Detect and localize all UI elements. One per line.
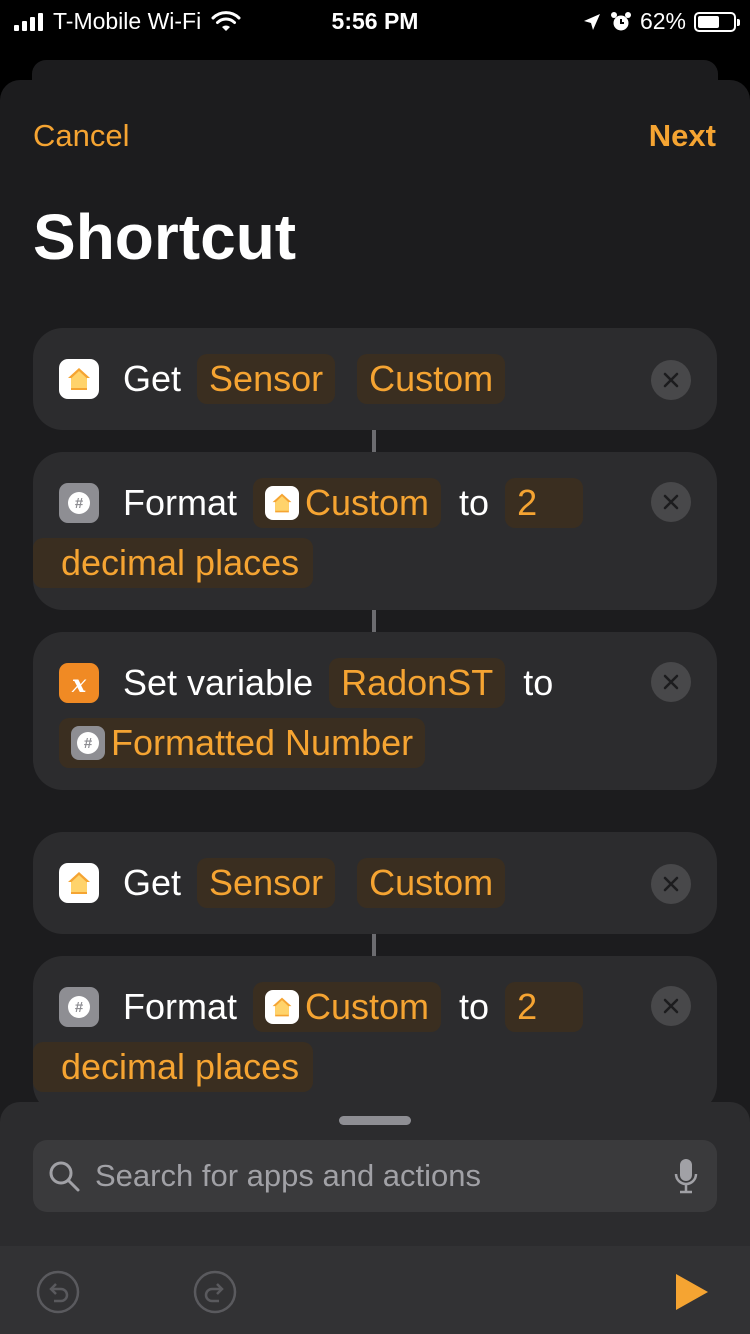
next-button[interactable]: Next [649,118,716,154]
decimal-places-unit-token[interactable]: decimal places [33,538,314,588]
status-bar: T-Mobile Wi-Fi 5:56 PM 62% [0,0,750,40]
action-line: # Format Custom to 2 [59,478,584,528]
number-icon: # [59,483,99,523]
action-verb: Get [123,862,182,903]
variable-value-token[interactable]: # Formatted Number [59,718,426,768]
action-connector [372,934,376,956]
home-icon [59,863,99,903]
input-variable-label: Custom [305,986,430,1027]
battery-icon [694,11,740,32]
editor-toolbar [0,1246,750,1334]
action-line-2: decimal places [33,538,314,588]
status-bar-right: 62% [582,8,740,35]
close-icon [663,876,679,892]
close-icon [663,998,679,1014]
search-bar[interactable]: Search for apps and actions [33,1140,717,1212]
input-variable-token[interactable]: Custom [253,478,442,528]
connector-text: to [523,662,554,703]
variable-name-token[interactable]: RadonST [329,658,506,708]
variable-icon: x [59,663,99,703]
decimal-places-token[interactable]: 2 [505,478,584,528]
action-connector [372,610,376,632]
action-card-get[interactable]: Get Sensor Custom [33,832,717,934]
action-connector [372,430,376,452]
number-icon: # [71,726,105,760]
decimal-places-token[interactable]: 2 [505,982,584,1032]
alarm-icon [610,11,631,30]
search-input[interactable]: Search for apps and actions [95,1158,673,1194]
characteristic-token[interactable]: Custom [357,354,506,404]
number-icon: # [59,987,99,1027]
connector-text: to [459,986,490,1027]
action-line-2: # Formatted Number [59,718,426,768]
action-card-format[interactable]: # Format Custom to 2 decimal places [33,956,717,1114]
home-icon [265,486,300,520]
decimal-places-unit-token[interactable]: decimal places [33,1042,314,1092]
home-icon [59,359,99,399]
action-verb: Get [123,358,182,399]
cancel-button[interactable]: Cancel [33,118,130,154]
connector-text: to [459,482,490,523]
characteristic-token[interactable]: Custom [357,858,506,908]
remove-action-button[interactable] [651,482,691,522]
remove-action-button[interactable] [651,986,691,1026]
input-variable-token[interactable]: Custom [253,982,442,1032]
input-variable-label: Custom [305,482,430,523]
panel-grabber-handle[interactable] [339,1116,411,1125]
close-icon [663,494,679,510]
battery-fill [698,15,720,28]
action-line-2: decimal places [33,1042,314,1092]
remove-action-button[interactable] [651,662,691,702]
microphone-icon[interactable] [673,1157,699,1195]
action-verb: Format [123,986,238,1027]
play-icon[interactable] [670,1270,714,1314]
action-card-format[interactable]: # Format Custom to 2 decimal places [33,452,717,610]
action-line: Get Sensor Custom [59,858,506,908]
close-icon [663,372,679,388]
redo-icon[interactable] [193,1270,237,1314]
remove-action-button[interactable] [651,864,691,904]
action-line: x Set variable RadonST to [59,658,553,708]
close-icon [663,674,679,690]
action-verb: Set variable [123,662,314,703]
location-arrow-icon [583,13,600,30]
search-icon [49,1161,80,1192]
variable-value-label: Formatted Number [111,722,414,763]
action-line: # Format Custom to 2 [59,982,584,1032]
remove-action-button[interactable] [651,360,691,400]
action-card-set-variable[interactable]: x Set variable RadonST to # Formatted Nu… [33,632,717,790]
sensor-token[interactable]: Sensor [197,354,336,404]
battery-percent: 62% [639,8,686,34]
home-icon [265,990,300,1024]
undo-icon[interactable] [36,1270,80,1314]
sensor-token[interactable]: Sensor [197,858,336,908]
action-line: Get Sensor Custom [59,354,506,404]
page-title: Shortcut [33,201,297,273]
action-verb: Format [123,482,238,523]
action-card-get[interactable]: Get Sensor Custom [33,328,717,430]
